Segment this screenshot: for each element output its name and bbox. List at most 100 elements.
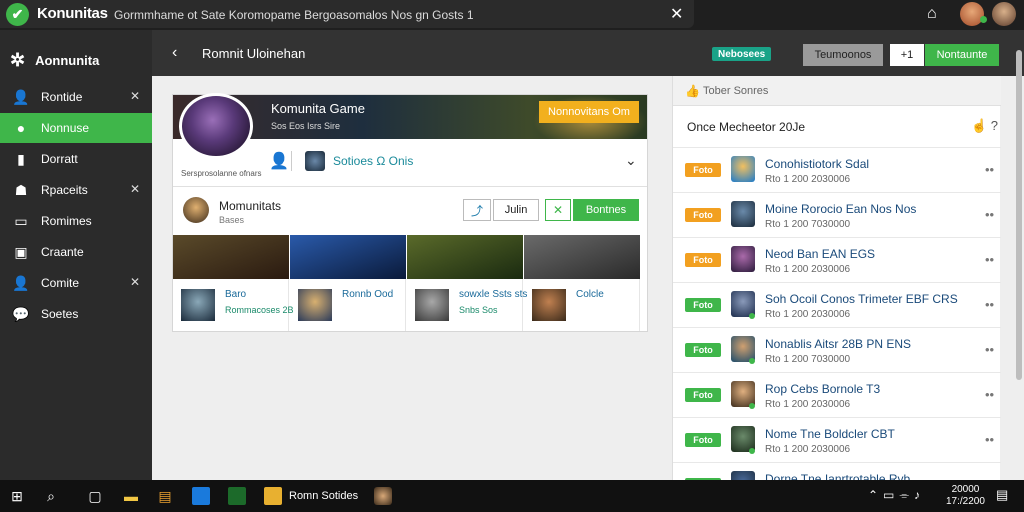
header-badge: Nebosees <box>712 47 772 61</box>
window-title: Gormmhame ot Sate Koromopame Bergoasomal… <box>114 8 474 22</box>
search-icon[interactable]: ⌕ <box>42 487 60 505</box>
community-stats[interactable]: Sotioes Ω Onis <box>333 154 413 168</box>
back-arrow-icon[interactable]: ‹ <box>172 44 177 62</box>
sidebar-item[interactable]: 👤 Rontide ✕ <box>0 82 152 112</box>
more-icon[interactable]: •• <box>985 342 994 357</box>
game-taskbar-icon[interactable] <box>374 487 392 505</box>
feed-badge: Foto <box>685 343 721 357</box>
follow-button[interactable]: Nonnovitans Om <box>539 101 639 123</box>
feed-title[interactable]: Conohistiotork Sdal <box>765 157 869 171</box>
gallery: Baro Rommacoses 2B Ronnb Ood sowxle Ssts st… <box>173 235 647 331</box>
close-icon[interactable]: ✕ <box>130 182 140 196</box>
system-tray[interactable]: ⌃▭⌯♪ <box>868 488 925 503</box>
sidebar-item[interactable]: ▮ Dorratt <box>0 144 152 174</box>
online-status-dot <box>749 448 755 454</box>
gallery-item[interactable]: Ronnb Ood <box>290 235 406 331</box>
more-icon[interactable]: •• <box>985 387 994 402</box>
count-button[interactable]: +1 <box>890 44 924 66</box>
close-icon[interactable]: ✕ <box>130 275 140 289</box>
feed-row[interactable]: Foto Nonablis Aitsr 28B PN ENS Rto 1 200 7… <box>673 328 1001 373</box>
gallery-item[interactable]: Colcle <box>524 235 640 331</box>
app-name: Konunitas <box>37 5 108 22</box>
feed-title[interactable]: Moine Rorocio Ean Nos Nos <box>765 202 916 216</box>
author-name[interactable]: Momunitats <box>219 199 281 213</box>
sidebar-item[interactable]: 👤 Comite ✕ <box>0 268 152 298</box>
feed-title[interactable]: Rop Cebs Bornole T3 <box>765 382 880 396</box>
person-icon: 👤 <box>12 88 30 105</box>
chevron-down-icon[interactable]: ⌄ <box>625 152 637 169</box>
files-icon[interactable]: ▤ <box>156 487 174 505</box>
person-icon[interactable]: 👤 <box>269 151 289 171</box>
action-button[interactable]: Bontnes <box>573 199 639 221</box>
more-icon[interactable]: •• <box>985 207 994 222</box>
gallery-image[interactable] <box>173 235 289 279</box>
feed-title[interactable]: Soh Ocoil Conos Trimeter EBF CRS <box>765 292 958 306</box>
scrollbar[interactable] <box>1016 50 1022 380</box>
join-button[interactable]: Julin <box>493 199 539 221</box>
active-app-icon[interactable] <box>264 487 282 505</box>
game-subtitle: Sos Eos Isrs Sire <box>271 121 341 131</box>
gallery-title[interactable]: sowxle Ssts sts <box>459 289 527 300</box>
feed-row[interactable]: Foto Moine Rorocio Ean Nos Nos Rto 1 200 7… <box>673 193 1001 238</box>
gallery-item[interactable]: Baro Rommacoses 2B <box>173 235 294 331</box>
user-avatar[interactable] <box>960 2 984 26</box>
clock-date: 17:/2200 <box>946 496 985 507</box>
feed-row[interactable]: Foto Rop Cebs Bornole T3 Rto 1 200 2030006… <box>673 373 1001 418</box>
dismiss-button[interactable]: ✕ <box>545 199 571 221</box>
community-card: Komunita Game Sos Eos Isrs Sire Nonnovit… <box>172 93 648 332</box>
panel-subheader-label: Once Mecheetor 20Je <box>687 120 806 134</box>
secondary-button[interactable]: Teumoonos <box>803 44 883 66</box>
gallery-item[interactable]: sowxle Ssts sts Snbs Sos <box>407 235 527 331</box>
clock-time: 20000 <box>951 484 980 495</box>
share-icon[interactable]: ⤴ <box>463 199 491 221</box>
gallery-thumbnail <box>532 289 566 321</box>
sidebar-brand[interactable]: ✲ Aonnunita <box>10 50 99 71</box>
more-icon[interactable]: •• <box>985 432 994 447</box>
gallery-image[interactable] <box>524 235 640 279</box>
feed-row[interactable]: Foto Soh Ocoil Conos Trimeter EBF CRS Rto … <box>673 283 1001 328</box>
gallery-thumbnail <box>298 289 332 321</box>
feed-row[interactable]: Foto Nome Tne Boldcler CBT Rto 1 200 20300… <box>673 418 1001 463</box>
folder-icon[interactable]: ▬ <box>122 487 140 505</box>
feed-title[interactable]: Nome Tne Boldcler CBT <box>765 427 895 441</box>
author-avatar[interactable] <box>183 197 209 223</box>
more-icon[interactable]: •• <box>985 297 994 312</box>
gallery-image[interactable] <box>407 235 523 279</box>
clock[interactable]: 20000 17:/2200 <box>946 484 985 508</box>
online-status-dot <box>749 403 755 409</box>
gallery-title[interactable]: Colcle <box>576 289 604 300</box>
browser-tab[interactable]: ✔ Konunitas Gormmhame ot Sate Koromopame… <box>0 0 694 28</box>
more-icon[interactable]: •• <box>985 162 994 177</box>
feed-title[interactable]: Neod Ban EAN EGS <box>765 247 875 261</box>
sidebar-item[interactable]: 💬 Soetes <box>0 299 152 329</box>
sidebar-item[interactable]: ● Nonnuse <box>0 113 152 143</box>
active-app-label[interactable]: Romn Sotides <box>289 490 358 502</box>
feed-title[interactable]: Nonablis Aitsr 28B PN ENS <box>765 337 911 351</box>
more-icon[interactable]: •• <box>985 252 994 267</box>
sidebar-item[interactable]: ▭ Romimes <box>0 206 152 236</box>
task-view-icon[interactable]: ▢ <box>86 487 104 505</box>
sidebar-item[interactable]: ▣ Craante <box>0 237 152 267</box>
panel-tools[interactable]: ☝ ? <box>971 118 998 134</box>
content-header: ‹ Romnit Uloinehan Nebosees Teumoonos +1… <box>152 30 1024 76</box>
feed-row[interactable]: Foto Conohistiotork Sdal Rto 1 200 2030006… <box>673 148 1001 193</box>
home-icon[interactable]: ⌂ <box>927 5 945 23</box>
close-icon[interactable]: ✕ <box>130 89 140 103</box>
sidebar-item[interactable]: ☗ Rpaceits ✕ <box>0 175 152 205</box>
online-status-dot <box>749 313 755 319</box>
primary-button[interactable]: Nontaunte <box>925 44 999 66</box>
portrait-icon: ▣ <box>14 243 28 260</box>
gallery-title[interactable]: Baro <box>225 289 246 300</box>
profile-avatar[interactable] <box>992 2 1016 26</box>
close-icon[interactable]: ✕ <box>670 4 683 24</box>
windows-start-icon[interactable]: ⊞ <box>8 487 26 505</box>
photos-icon[interactable] <box>192 487 210 505</box>
online-status-dot <box>749 358 755 364</box>
feed-badge: Foto <box>685 253 721 267</box>
gallery-image[interactable] <box>290 235 406 279</box>
feed-badge: Foto <box>685 298 721 312</box>
feed-row[interactable]: Foto Neod Ban EAN EGS Rto 1 200 2030006 •• <box>673 238 1001 283</box>
gallery-title[interactable]: Ronnb Ood <box>342 289 393 300</box>
notification-icon[interactable]: ▤ <box>996 487 1014 505</box>
app-icon[interactable] <box>228 487 246 505</box>
